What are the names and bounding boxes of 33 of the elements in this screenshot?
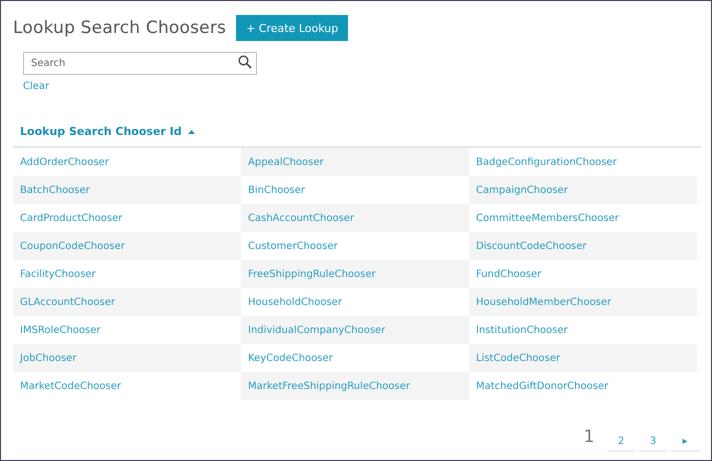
page-link[interactable]: ▸	[671, 436, 699, 452]
chooser-link[interactable]: MarketCodeChooser	[20, 380, 122, 392]
page-link[interactable]: 3	[639, 436, 667, 452]
chooser-link[interactable]: CardProductChooser	[20, 212, 122, 224]
chooser-link[interactable]: FundChooser	[476, 268, 542, 280]
chooser-link[interactable]: BinChooser	[248, 184, 306, 196]
chooser-link[interactable]: AppealChooser	[248, 156, 324, 168]
chooser-link[interactable]: HouseholdChooser	[248, 296, 342, 308]
chooser-link[interactable]: CouponCodeChooser	[20, 240, 125, 252]
chooser-link[interactable]: IMSRoleChooser	[20, 324, 101, 336]
search-field[interactable]: Search	[23, 52, 257, 75]
chooser-link[interactable]: CampaignChooser	[476, 184, 568, 196]
page-link[interactable]: 1	[575, 427, 603, 452]
chooser-link[interactable]: JobChooser	[20, 352, 76, 364]
chooser-link[interactable]: InstitutionChooser	[476, 324, 568, 336]
create-lookup-button[interactable]: + Create Lookup	[236, 15, 348, 41]
chooser-link[interactable]: AddOrderChooser	[20, 156, 109, 168]
chooser-link[interactable]: CashAccountChooser	[248, 212, 354, 224]
chooser-link[interactable]: KeyCodeChooser	[248, 352, 333, 364]
page-link[interactable]: 2	[607, 436, 635, 452]
chooser-link[interactable]: GLAccountChooser	[20, 296, 115, 308]
chooser-link[interactable]: DiscountCodeChooser	[476, 240, 587, 252]
page-title: Lookup Search Choosers	[13, 18, 226, 38]
column-header-label[interactable]: Lookup Search Chooser Id	[20, 125, 182, 138]
chooser-link[interactable]: ListCodeChooser	[476, 352, 560, 364]
search-icon[interactable]	[238, 55, 252, 69]
chooser-link[interactable]: CustomerChooser	[248, 240, 338, 252]
chooser-link[interactable]: BadgeConfigurationChooser	[476, 156, 617, 168]
chooser-link[interactable]: MatchedGiftDonorChooser	[476, 380, 608, 392]
clear-link[interactable]: Clear	[23, 81, 50, 92]
chooser-link[interactable]: FacilityChooser	[20, 268, 96, 280]
chooser-link[interactable]: CommitteeMembersChooser	[476, 212, 619, 224]
chooser-link[interactable]: BatchChooser	[20, 184, 90, 196]
